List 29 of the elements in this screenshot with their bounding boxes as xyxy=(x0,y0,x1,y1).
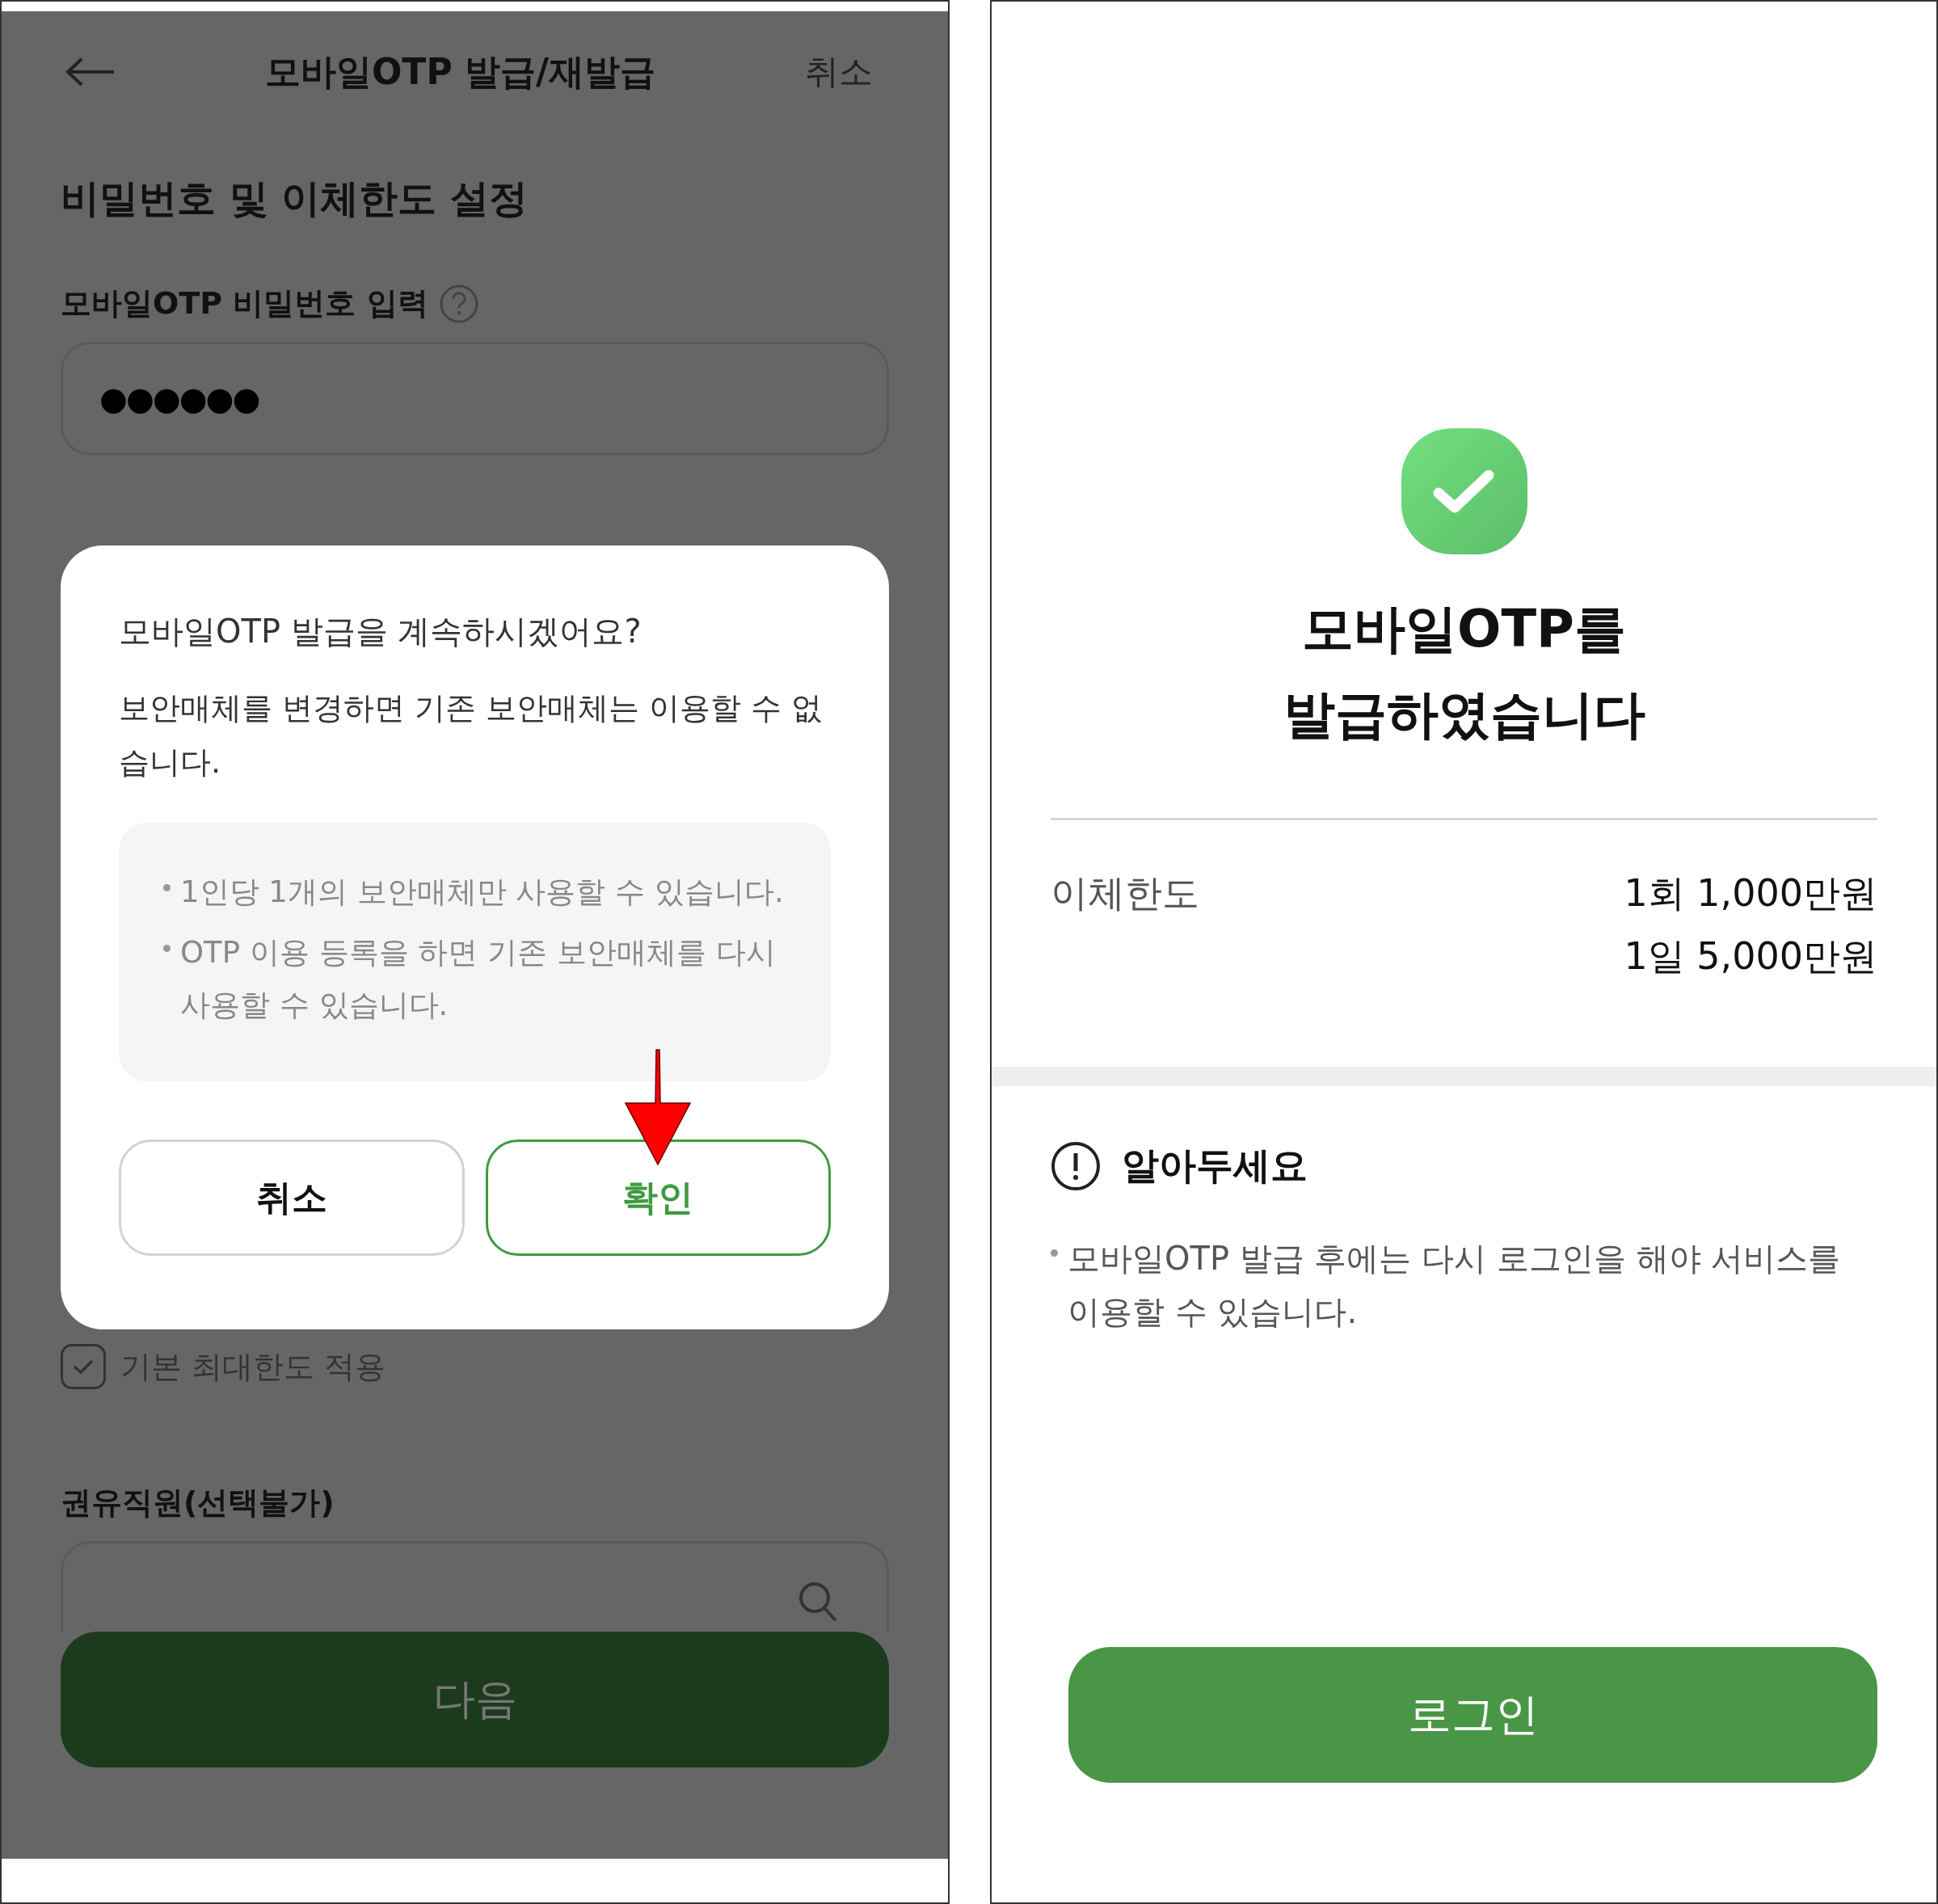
notice-text: 모바일OTP 발급 후에는 다시 로그인을 해야 서비스를 이용할 수 있습니다. xyxy=(1068,1239,1842,1333)
limit-value: 1회 1,000만원 xyxy=(1624,870,1877,917)
field-label: 권유직원(선택불가) xyxy=(61,1484,335,1522)
field-label: 모바일OTP 비밀번호 입력 xyxy=(61,284,428,322)
cancel-button[interactable]: 취소 xyxy=(119,1139,465,1256)
back-arrow-icon[interactable] xyxy=(65,57,116,86)
note-text: OTP 이용 등록을 하면 기존 보안매체를 다시 사용할 수 있습니다. xyxy=(180,933,777,1024)
next-button[interactable]: 다음 xyxy=(61,1632,889,1767)
bullet-icon xyxy=(163,884,171,891)
check-icon xyxy=(72,1358,95,1375)
limit-label: 이체한도 xyxy=(1051,870,1199,917)
cancel-link[interactable]: 취소 xyxy=(805,49,873,95)
note-text: 1인당 1개의 보안매체만 사용할 수 있습니다. xyxy=(180,874,784,911)
bullet-icon xyxy=(1051,1249,1058,1257)
help-icon[interactable] xyxy=(439,284,478,323)
section-title: 비밀번호 및 이체한도 설정 xyxy=(61,175,529,222)
login-button[interactable]: 로그인 xyxy=(1068,1647,1877,1783)
dialog-message: 보안매체를 변경하면 기존 보안매체는 이용할 수 없습니다. xyxy=(119,689,824,781)
bullet-icon xyxy=(163,944,171,952)
screen-title: 모바일OTP 발급/재발급 xyxy=(264,49,656,94)
limit-value: 1일 5,000만원 xyxy=(1624,933,1877,980)
password-field[interactable]: ●●●●●● xyxy=(61,342,889,455)
search-icon[interactable] xyxy=(798,1581,838,1623)
dialog-question: 모바일OTP 발급을 계속하시겠어요? xyxy=(119,612,642,651)
result-title: 모바일OTP를 발급하였습니다 xyxy=(1283,598,1645,746)
notice-title: 알아두세요 xyxy=(1122,1143,1308,1190)
confirm-button[interactable]: 확인 xyxy=(485,1139,831,1256)
alert-icon xyxy=(1051,1141,1101,1192)
checkbox[interactable] xyxy=(61,1344,106,1389)
